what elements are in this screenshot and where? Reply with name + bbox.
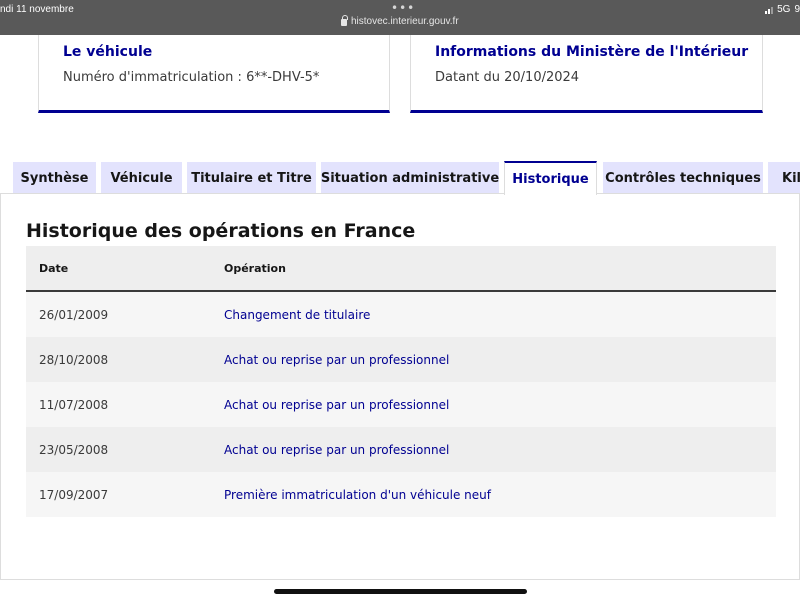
table-row: 17/09/2007 Première immatriculation d'un… [26,472,776,517]
row-date: 11/07/2008 [39,398,109,412]
status-date: ndi 11 novembre [0,4,74,15]
status-indicators: 5G 9 [765,4,800,15]
address-bar[interactable]: histovec.interieur.gouv.fr [341,15,459,27]
column-header-operation: Opération [224,262,286,275]
info-date: Datant du 20/10/2024 [435,70,580,85]
tab-titulaire-titre[interactable]: Titulaire et Titre [187,162,316,194]
status-extra: 9 [794,4,800,15]
tab-bar: Synthèse Véhicule Titulaire et Titre Sit… [0,161,800,195]
ministry-info-card: Informations du Ministère de l'Intérieur… [410,35,763,113]
tab-vehicule[interactable]: Véhicule [101,162,182,194]
column-header-date: Date [39,262,69,275]
table-header: Date Opération [26,246,776,292]
table-row: 26/01/2009 Changement de titulaire [26,292,776,337]
row-operation-link[interactable]: Achat ou reprise par un professionnel [224,398,449,412]
row-operation-link[interactable]: Achat ou reprise par un professionnel [224,353,449,367]
lock-icon [341,15,348,26]
tab-synthese[interactable]: Synthèse [13,162,96,194]
history-panel: Historique des opérations en France Date… [0,193,800,580]
signal-icon [765,6,774,14]
url-text: histovec.interieur.gouv.fr [351,16,459,27]
row-operation-link[interactable]: Changement de titulaire [224,308,370,322]
operations-table: Date Opération 26/01/2009 Changement de … [26,246,776,517]
row-operation-link[interactable]: Première immatriculation d'un véhicule n… [224,488,491,502]
row-operation-link[interactable]: Achat ou reprise par un professionnel [224,443,449,457]
row-date: 23/05/2008 [39,443,109,457]
table-body: 26/01/2009 Changement de titulaire 28/10… [26,292,776,517]
table-row: 11/07/2008 Achat ou reprise par un profe… [26,382,776,427]
network-label: 5G [777,4,791,15]
table-row: 28/10/2008 Achat ou reprise par un profe… [26,337,776,382]
row-date: 28/10/2008 [39,353,109,367]
browser-top-bar: ndi 11 novembre ••• histovec.interieur.g… [0,0,800,35]
tab-controles-techniques[interactable]: Contrôles techniques [603,162,763,194]
tab-kilometrage[interactable]: Kilo [768,162,800,194]
registration-number: Numéro d'immatriculation : 6**-DHV-5* [63,70,320,85]
row-date: 17/09/2007 [39,488,109,502]
ministry-card-title: Informations du Ministère de l'Intérieur [435,44,749,60]
tab-historique[interactable]: Historique [504,161,597,195]
home-indicator[interactable] [274,589,527,594]
vehicle-card-title: Le véhicule [63,44,153,60]
more-dots-icon[interactable]: ••• [391,1,415,15]
vehicle-card: Le véhicule Numéro d'immatriculation : 6… [38,35,390,113]
tab-situation-administrative[interactable]: Situation administrative [321,162,499,194]
row-date: 26/01/2009 [39,308,109,322]
section-title: Historique des opérations en France [26,220,416,242]
table-row: 23/05/2008 Achat ou reprise par un profe… [26,427,776,472]
